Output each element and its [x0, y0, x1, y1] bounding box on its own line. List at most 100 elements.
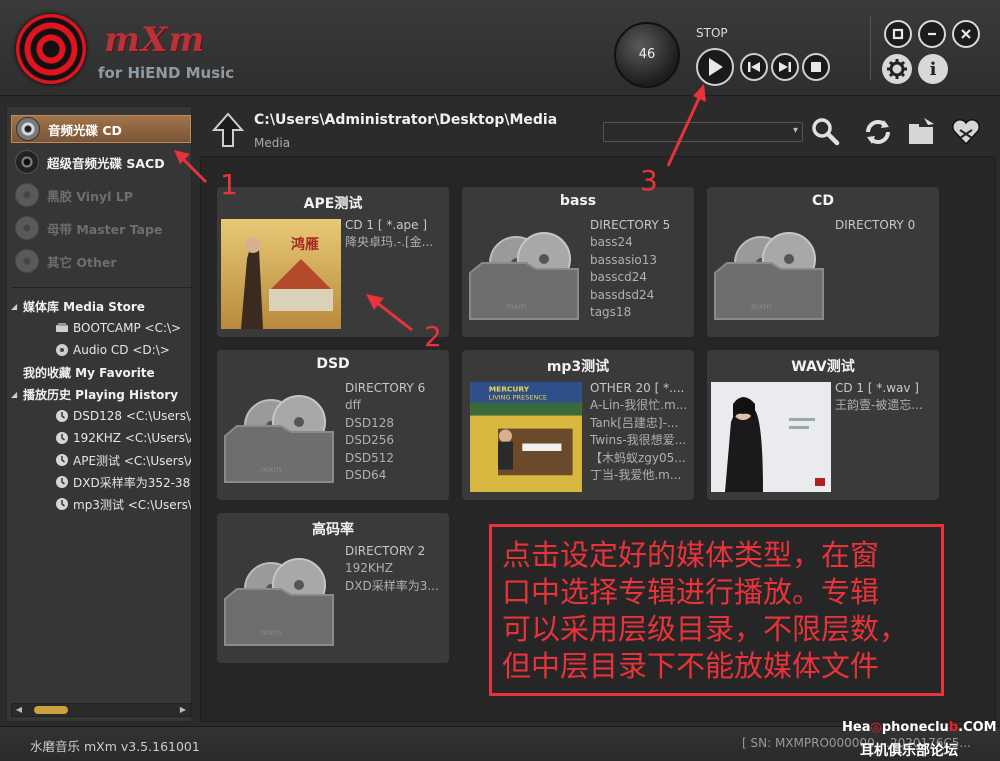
tree-node-label: DXD采样率为352-38: [73, 475, 191, 490]
media-type-sacd[interactable]: 超级音频光碟 SACD: [11, 148, 191, 176]
svg-text:LIVING PRESENCE: LIVING PRESENCE: [489, 394, 547, 402]
annotation-line: 但中层目录下不能放媒体文件: [502, 649, 880, 683]
minimize-icon: [928, 32, 936, 36]
media-type-label: 其它 Other: [47, 254, 117, 270]
search-combo[interactable]: ▾: [603, 122, 803, 142]
album-card[interactable]: 高码率 mxm DIRECTORY 2 192KHZ DXD采样率为3...: [217, 513, 449, 663]
tape-icon: [15, 216, 39, 240]
title-bar: mXm for HiEND Music 46 STOP i: [0, 0, 1000, 96]
media-type-vinyl[interactable]: 黑胶 Vinyl LP: [11, 181, 191, 209]
tree-history-item[interactable]: 192KHZ <C:\Users\A: [11, 427, 191, 449]
album-info-line: CD 1 [ *.ape ]: [345, 218, 428, 232]
album-info: DIRECTORY 6 dff DSD128 DSD256 DSD512 DSD…: [345, 380, 445, 484]
album-info-line: DIRECTORY 0: [835, 218, 916, 232]
media-type-label: 黑胶 Vinyl LP: [47, 188, 133, 204]
clock-icon: [55, 431, 69, 445]
album-info-line: bassasio13: [590, 252, 658, 267]
restore-button[interactable]: [884, 20, 912, 48]
favorite-heart-button[interactable]: [950, 116, 982, 148]
album-info-line: bassdsd24: [590, 287, 655, 302]
media-type-tape[interactable]: 母带 Master Tape: [11, 214, 191, 242]
clock-icon: [55, 453, 69, 467]
stop-icon: [811, 62, 821, 72]
album-card[interactable]: mp3测试 MERCURY LIVING PRESENCE OTHER 20 […: [462, 350, 694, 500]
watermark-part: .COM: [958, 720, 997, 735]
cd-drive-icon: [55, 343, 69, 357]
svg-text:mxm: mxm: [751, 302, 772, 311]
album-info: CD 1 [ *.wav ] 王韵壹-被遗忘...: [835, 380, 935, 415]
play-button[interactable]: [696, 48, 734, 86]
settings-gear-button[interactable]: [882, 54, 912, 84]
tree-node-label: 192KHZ <C:\Users\A: [73, 431, 191, 445]
stop-button[interactable]: [802, 53, 830, 81]
volume-knob[interactable]: 46: [614, 22, 680, 88]
album-info-line: tags18: [590, 305, 632, 320]
minimize-button[interactable]: [918, 20, 946, 48]
scroll-right-icon[interactable]: ▶: [176, 704, 190, 716]
album-info-line: Tank[吕建忠]-...: [590, 415, 679, 430]
expand-triangle-icon: ◢: [11, 389, 18, 399]
media-type-cd[interactable]: 音频光碟 CD: [11, 115, 191, 143]
previous-button[interactable]: [740, 53, 768, 81]
album-info-line: bass24: [590, 235, 633, 250]
open-folder-button[interactable]: [906, 116, 938, 148]
tree-node-label: APE测试 <C:\Users\A: [73, 453, 191, 468]
media-type-other[interactable]: 其它 Other: [11, 247, 191, 275]
album-card[interactable]: bass mxm DIRECTORY 5 bass24 bassasio13 b…: [462, 187, 694, 337]
tree-item-audio-cd[interactable]: Audio CD <D:\>: [11, 339, 191, 361]
next-icon: [779, 62, 791, 72]
close-button[interactable]: [952, 20, 980, 48]
library-tree: ◢ 媒体库 Media Store BOOTCAMP <C:\> Audio C…: [11, 295, 191, 693]
step-number-1: 1: [220, 168, 238, 201]
folder-icon: mxm: [714, 232, 824, 320]
album-title: CD: [812, 193, 834, 209]
tree-history-item[interactable]: DSD128 <C:\Users\A: [11, 405, 191, 427]
album-info-line: 192KHZ: [345, 561, 394, 576]
svg-text:mxm: mxm: [506, 302, 527, 311]
clock-icon: [55, 475, 69, 489]
album-card[interactable]: APE测试 鸿雁 CD 1 [ *.ape ] 降央卓玛.-.[金...: [217, 187, 449, 337]
info-icon: i: [929, 58, 937, 80]
tree-history-item[interactable]: APE测试 <C:\Users\A: [11, 449, 191, 471]
tree-horizontal-scrollbar[interactable]: ◀ ▶: [11, 703, 191, 717]
annotation-note: 点击设定好的媒体类型，在窗 口中选择专辑进行播放。专辑 可以采用层级目录，不限层…: [489, 524, 944, 696]
refresh-button[interactable]: [862, 116, 894, 148]
album-info-line: CD 1 [ *.wav ]: [835, 381, 919, 395]
watermark-forum: 耳机俱乐部论坛: [860, 743, 958, 759]
album-info-line: DSD128: [345, 415, 395, 430]
album-info: CD 1 [ *.ape ] 降央卓玛.-.[金...: [345, 217, 445, 252]
watermark-part: phoneclu: [881, 720, 949, 735]
cd-disc-icon: [16, 117, 40, 141]
album-info-line: DSD512: [345, 450, 395, 465]
tree-history-item[interactable]: mp3测试 <C:\Users\: [11, 493, 191, 515]
tree-media-store[interactable]: ◢ 媒体库 Media Store: [11, 295, 191, 317]
tree-history[interactable]: ◢ 播放历史 Playing History: [11, 383, 191, 405]
album-info-line: A-Lin-我很忙.m...: [590, 398, 688, 413]
album-cover: [711, 382, 831, 492]
app-subtitle: for HiEND Music: [98, 64, 235, 82]
album-info-line: DIRECTORY 6: [345, 381, 426, 395]
tree-favorite[interactable]: 我的收藏 My Favorite: [11, 361, 191, 383]
drive-icon: [55, 321, 69, 335]
search-button[interactable]: [810, 116, 842, 148]
watermark-red-b: b: [948, 720, 959, 735]
tree-history-item[interactable]: DXD采样率为352-38: [11, 471, 191, 493]
up-directory-button[interactable]: [212, 112, 244, 148]
album-cover: 鸿雁: [221, 219, 341, 329]
folder-icon: mxm: [469, 232, 579, 320]
album-card[interactable]: DSD mxm DIRECTORY 6 dff DSD128 DSD256 DS…: [217, 350, 449, 500]
scroll-left-icon[interactable]: ◀: [12, 704, 26, 716]
info-button[interactable]: i: [918, 54, 948, 84]
album-info-line: Twins-我很想爱...: [590, 433, 687, 448]
folder-icon: mxm: [224, 558, 334, 646]
svg-text:鸿雁: 鸿雁: [291, 236, 319, 253]
header-divider: [870, 16, 871, 80]
album-card[interactable]: CD mxm DIRECTORY 0: [707, 187, 939, 337]
next-button[interactable]: [771, 53, 799, 81]
album-card[interactable]: WAV测试 CD 1 [ *.wav ] 王韵壹-被遗忘...: [707, 350, 939, 500]
restore-icon: [892, 28, 904, 40]
scrollbar-thumb[interactable]: [34, 706, 68, 714]
annotation-line: 点击设定好的媒体类型，在窗: [502, 538, 880, 572]
tree-item-bootcamp[interactable]: BOOTCAMP <C:\>: [11, 317, 191, 339]
previous-icon: [748, 62, 760, 72]
